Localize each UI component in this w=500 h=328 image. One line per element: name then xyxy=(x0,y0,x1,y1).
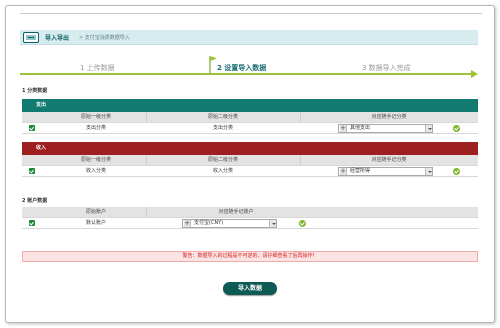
col-level2: 原始二级分类 xyxy=(207,157,238,163)
expense-band: 支出 xyxy=(22,99,478,112)
account-select[interactable]: + 支付宝(CNY) xyxy=(182,219,277,228)
step-complete: 3 数据导入完成 xyxy=(362,64,411,72)
progress-line xyxy=(20,73,473,75)
category-select-value: 其他支出 xyxy=(350,125,371,131)
add-icon[interactable]: + xyxy=(340,125,347,132)
level2-value: 支出分类 xyxy=(212,125,233,131)
chevron-down-icon[interactable] xyxy=(425,168,432,175)
col-level1: 原始一级分类 xyxy=(80,114,111,120)
ok-icon xyxy=(299,220,306,227)
section-account-title: 2 账户数据 xyxy=(22,198,48,204)
progress-steps: 1 上传数据 2 设置导入数据 3 数据导入完成 xyxy=(20,55,480,79)
row-checkbox[interactable] xyxy=(29,125,35,131)
import-button[interactable]: 导入数据 xyxy=(223,282,277,295)
col-account: 原始账户 xyxy=(85,209,106,215)
expense-table: 支出 原始一级分类 原始二级分类 对应随手记分类 支出分类 支出分类 + 其他支… xyxy=(22,99,478,134)
page-title: 导入导出 xyxy=(45,35,70,42)
category-select-value: 经营所得 xyxy=(350,168,371,174)
table-header-row: 原始账户 对应随手记账户 xyxy=(22,207,478,218)
table-header-row: 原始一级分类 原始二级分类 对应随手记分类 xyxy=(22,112,478,123)
import-export-icon xyxy=(23,32,39,43)
ok-icon xyxy=(453,168,460,175)
progress-arrow xyxy=(471,70,478,78)
row-checkbox[interactable] xyxy=(29,168,35,174)
section-category-title: 1 分类数据 xyxy=(22,88,48,94)
level1-value: 收入分类 xyxy=(85,168,106,174)
breadcrumb: > 支付宝消费数据导入 xyxy=(79,35,130,41)
col-level1: 原始一级分类 xyxy=(80,157,111,163)
table-row: 默认账户 + 支付宝(CNY) xyxy=(22,218,478,229)
col-mapped-account: 对应随手记账户 xyxy=(218,209,254,215)
chevron-down-icon[interactable] xyxy=(269,220,276,227)
income-table: 收入 原始一级分类 原始二级分类 对应随手记分类 收入分类 收入分类 + 经营所… xyxy=(22,142,478,177)
table-row: 收入分类 收入分类 + 经营所得 xyxy=(22,166,478,177)
row-checkbox[interactable] xyxy=(29,220,35,226)
top-divider xyxy=(20,13,482,14)
col-mapped: 对应随手记分类 xyxy=(371,114,407,120)
category-select[interactable]: + 经营所得 xyxy=(338,167,433,176)
col-mapped: 对应随手记分类 xyxy=(371,157,407,163)
category-select[interactable]: + 其他支出 xyxy=(338,124,433,133)
step-settings: 2 设置导入数据 xyxy=(217,64,267,72)
account-select-value: 支付宝(CNY) xyxy=(194,220,224,226)
ok-icon xyxy=(453,125,460,132)
table-header-row: 原始一级分类 原始二级分类 对应随手记分类 xyxy=(22,155,478,166)
income-band: 收入 xyxy=(22,142,478,155)
chevron-down-icon[interactable] xyxy=(425,125,432,132)
account-value: 默认账户 xyxy=(85,220,106,226)
add-icon[interactable]: + xyxy=(184,220,191,227)
col-level2: 原始二级分类 xyxy=(207,114,238,120)
table-row: 支出分类 支出分类 + 其他支出 xyxy=(22,123,478,134)
page-header: 导入导出 > 支付宝消费数据导入 xyxy=(20,30,478,45)
level1-value: 支出分类 xyxy=(85,125,106,131)
add-icon[interactable]: + xyxy=(340,168,347,175)
level2-value: 收入分类 xyxy=(212,168,233,174)
step-upload: 1 上传数据 xyxy=(80,64,115,72)
account-table: 原始账户 对应随手记账户 默认账户 + 支付宝(CNY) xyxy=(22,207,478,229)
warning-message: 警告：数据导入的过程是不可逆的，请仔细查看了后再操作！ xyxy=(22,251,478,262)
